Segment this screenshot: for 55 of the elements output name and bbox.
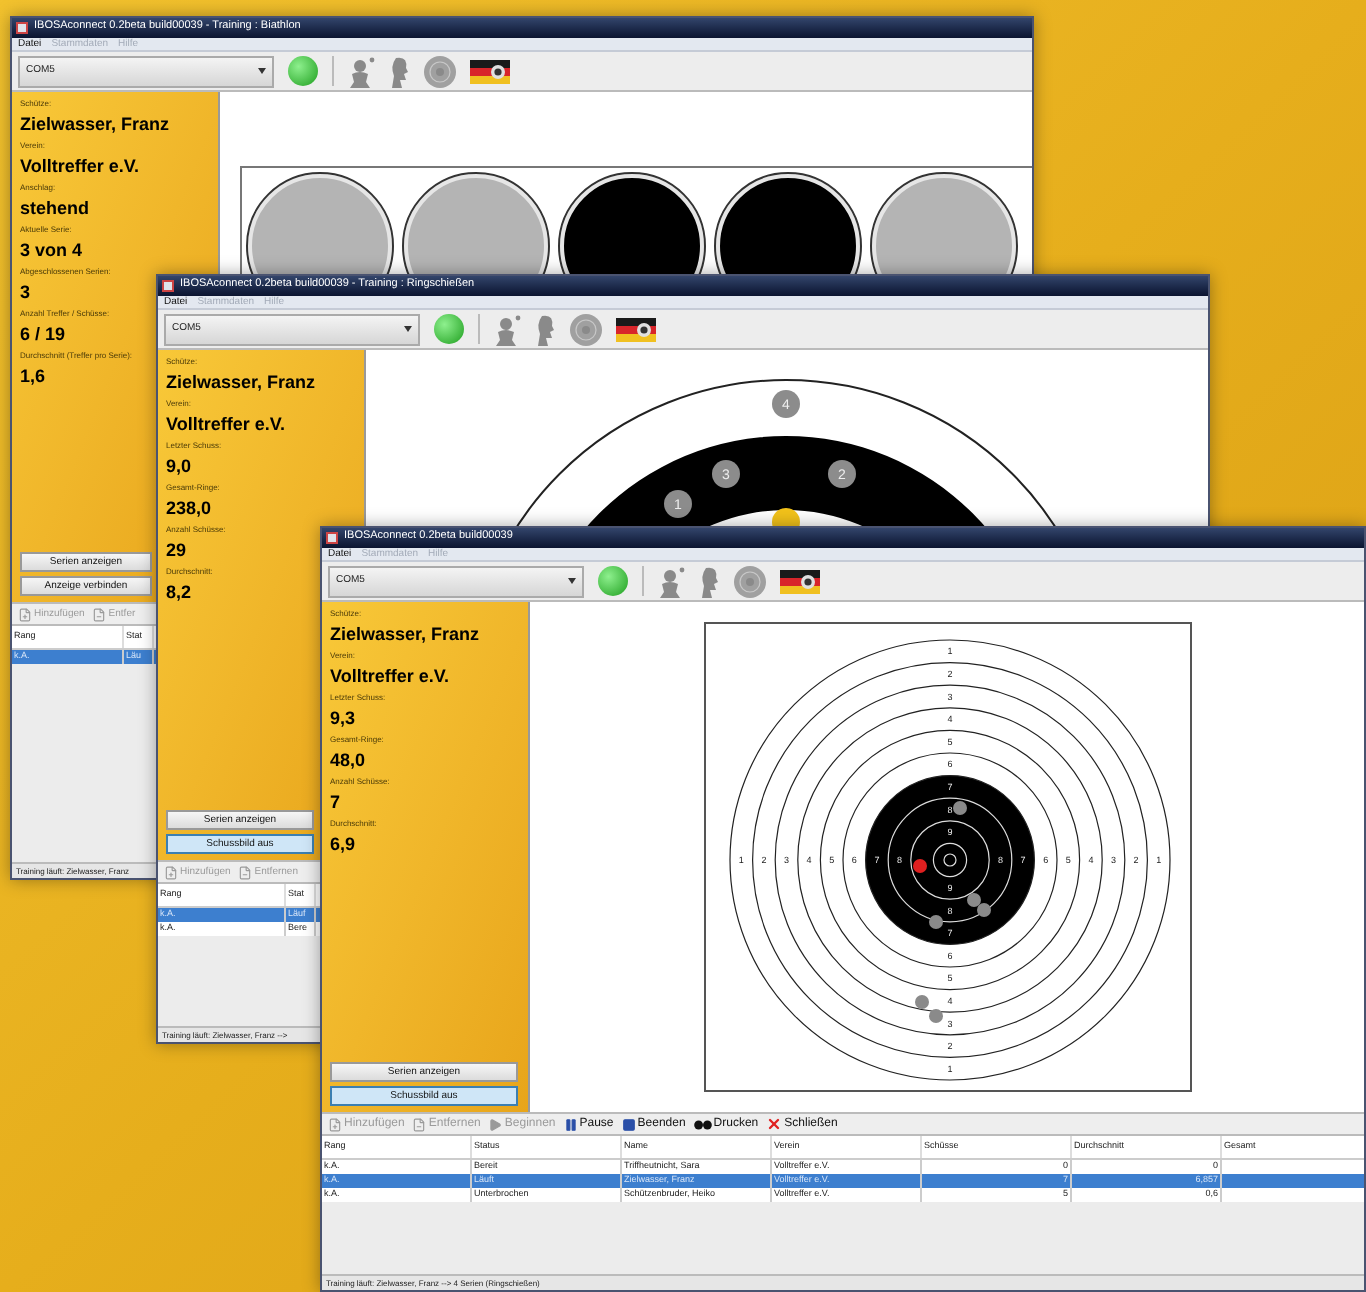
- field-value: 6,9: [330, 832, 356, 856]
- caret-icon: [258, 68, 266, 74]
- head-silhouette-icon[interactable]: [390, 55, 410, 87]
- shot-mark: [912, 859, 926, 873]
- shot-mark: [952, 801, 966, 815]
- shot-mark: [664, 490, 692, 518]
- remove-document-icon: [92, 607, 107, 621]
- field-value: 29: [166, 538, 187, 562]
- shooter-icon[interactable]: [348, 55, 376, 87]
- target-icon[interactable]: [570, 313, 602, 345]
- add-document-icon: [328, 1117, 342, 1131]
- shot-mark: [928, 915, 942, 929]
- target-icon[interactable]: [734, 565, 766, 597]
- field-value: 7: [330, 790, 341, 814]
- add-document-icon: [164, 865, 178, 879]
- close-icon: [766, 1116, 783, 1132]
- binoculars-icon: [693, 1118, 712, 1130]
- shooter-icon[interactable]: [658, 565, 686, 597]
- app-icon: [162, 280, 174, 292]
- caret-icon: [568, 578, 576, 584]
- field-value: 3 von 4: [20, 238, 83, 262]
- camera-flag-icon[interactable]: [780, 569, 820, 593]
- play-icon: [488, 1117, 503, 1131]
- field-value: Volltreffer e.V.: [166, 412, 286, 436]
- field-value: 9,3: [330, 706, 356, 730]
- pause-icon: [563, 1117, 578, 1131]
- add-document-icon: [18, 607, 32, 621]
- field-value: 238,0: [166, 496, 212, 520]
- stop-icon: [621, 1117, 636, 1131]
- app-icon: [326, 532, 338, 544]
- head-silhouette-icon[interactable]: [536, 313, 556, 345]
- remove-document-icon: [412, 1117, 427, 1131]
- field-value: Zielwasser, Franz: [330, 622, 480, 646]
- field-value: 6 / 19: [20, 322, 66, 346]
- shooter-icon[interactable]: [494, 313, 522, 345]
- head-silhouette-icon[interactable]: [700, 565, 720, 597]
- shot-mark: [828, 460, 856, 488]
- shot-mark: [772, 390, 800, 418]
- camera-flag-icon[interactable]: [616, 317, 656, 341]
- field-value: Zielwasser, Franz: [20, 112, 170, 136]
- field-value: 8,2: [166, 580, 192, 604]
- target-icon[interactable]: [424, 55, 456, 87]
- field-value: Volltreffer e.V.: [330, 664, 450, 688]
- shot-mark: [712, 460, 740, 488]
- field-value: 9,0: [166, 454, 192, 478]
- camera-flag-icon[interactable]: [470, 59, 510, 83]
- field-value: 48,0: [330, 748, 366, 772]
- field-value: 3: [20, 280, 31, 304]
- field-value: Volltreffer e.V.: [20, 154, 140, 178]
- field-value: stehend: [20, 196, 90, 220]
- field-value: Zielwasser, Franz: [166, 370, 316, 394]
- remove-document-icon: [238, 865, 253, 879]
- field-value: 1,6: [20, 364, 46, 388]
- caret-icon: [404, 326, 412, 332]
- app-icon: [16, 22, 28, 34]
